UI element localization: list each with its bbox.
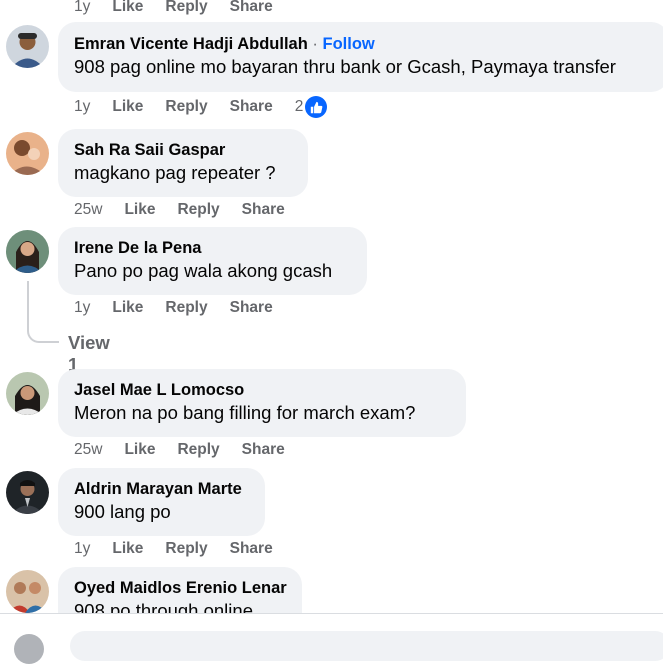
separator: · (312, 35, 318, 53)
like-button[interactable]: Like (112, 98, 143, 116)
like-button[interactable]: Like (124, 201, 155, 219)
comment-bubble: Irene De la Pena Pano po pag wala akong … (58, 227, 367, 295)
comment-time[interactable]: 1y (74, 540, 90, 558)
comment-author[interactable]: Irene De la Pena (74, 237, 355, 259)
comment-bubble: Jasel Mae L Lomocso Meron na po bang fil… (58, 369, 466, 437)
comment-bubble: Aldrin Marayan Marte 900 lang po (58, 468, 265, 536)
like-button[interactable]: Like (124, 441, 155, 459)
like-button[interactable]: Like (112, 299, 143, 317)
reaction-count: 2 (294, 98, 304, 115)
comment-text: 900 lang po (74, 501, 171, 522)
avatar[interactable] (6, 471, 49, 514)
share-button[interactable]: Share (230, 540, 273, 558)
reply-button[interactable]: Reply (165, 299, 207, 317)
share-button[interactable]: Share (230, 299, 273, 317)
avatar[interactable] (6, 570, 49, 613)
reply-button[interactable]: Reply (177, 201, 219, 219)
comment-time[interactable]: 25w (74, 441, 102, 459)
comment-actions: 1y Like Reply Share 2 (74, 96, 350, 118)
comment-text: Pano po pag wala akong gcash (74, 260, 333, 281)
comment-time[interactable]: 1y (74, 0, 90, 16)
follow-button[interactable]: Follow (323, 35, 375, 53)
comment-author[interactable]: Emran Vicente Hadji Abdullah (74, 35, 308, 53)
avatar[interactable] (6, 372, 49, 415)
comment-author[interactable]: Sah Ra Saii Gaspar (74, 139, 296, 161)
reply-thread-line (27, 281, 59, 343)
comment-actions: 25w Like Reply Share (74, 440, 307, 460)
avatar[interactable] (6, 132, 49, 175)
reply-button[interactable]: Reply (177, 441, 219, 459)
comment-actions: 1y Like Reply Share (74, 539, 295, 559)
comment-bubble: Emran Vicente Hadji Abdullah · Follow 90… (58, 22, 663, 92)
share-button[interactable]: Share (230, 98, 273, 116)
comment-actions: 25w Like Reply Share (74, 200, 307, 220)
reaction-summary[interactable]: 2 (295, 96, 350, 118)
comment-text: magkano pag repeater ? (74, 162, 276, 183)
comment-text: 908 pag online mo bayaran thru bank or G… (74, 56, 616, 77)
share-button[interactable]: Share (230, 0, 273, 16)
share-button[interactable]: Share (242, 441, 285, 459)
like-button[interactable]: Like (112, 0, 143, 16)
reply-button[interactable]: Reply (165, 0, 207, 16)
reply-button[interactable]: Reply (165, 540, 207, 558)
comment-input[interactable] (70, 631, 663, 661)
avatar[interactable] (6, 25, 49, 68)
comment-time[interactable]: 25w (74, 201, 102, 219)
comment-time[interactable]: 1y (74, 98, 90, 116)
comment-author[interactable]: Jasel Mae L Lomocso (74, 379, 454, 401)
comment-actions: 1y Like Reply Share (74, 298, 295, 318)
avatar (14, 634, 44, 664)
avatar[interactable] (6, 230, 49, 273)
comment-author[interactable]: Oyed Maidlos Erenio Lenar (74, 577, 290, 599)
share-button[interactable]: Share (242, 201, 285, 219)
thumbs-up-icon (305, 96, 328, 118)
like-button[interactable]: Like (112, 540, 143, 558)
comment-composer (0, 613, 663, 664)
comment-actions: 1y Like Reply Share (74, 0, 295, 17)
reply-button[interactable]: Reply (165, 98, 207, 116)
comment-bubble: Sah Ra Saii Gaspar magkano pag repeater … (58, 129, 308, 197)
comment-text: Meron na po bang filling for march exam? (74, 402, 416, 423)
comment-author[interactable]: Aldrin Marayan Marte (74, 478, 253, 500)
comment-time[interactable]: 1y (74, 299, 90, 317)
